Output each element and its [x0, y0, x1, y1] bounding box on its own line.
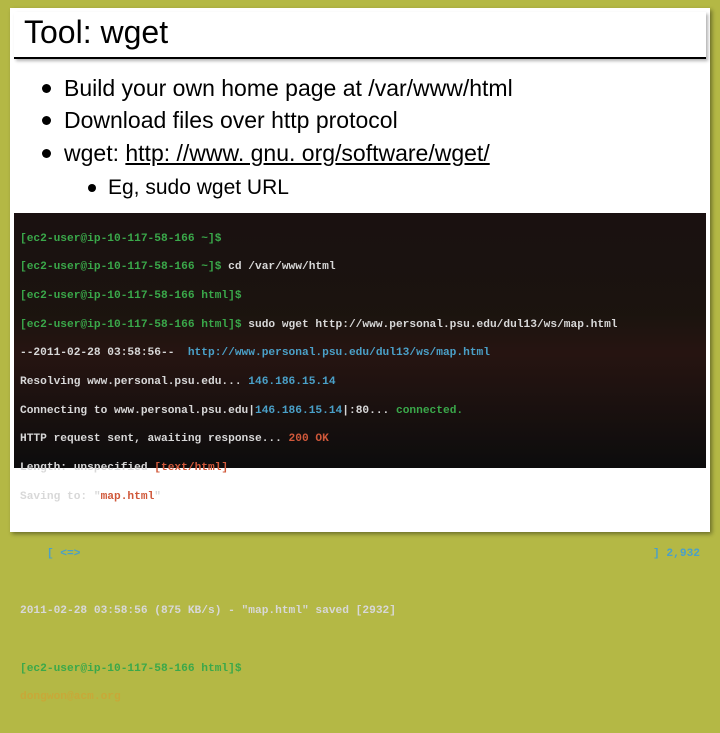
bullet-list: Build your own home page at /var/www/htm… [38, 73, 682, 201]
term-text: --2011-02-28 03:58:56-- [20, 347, 188, 359]
term-prompt: [ec2-user@ip-10-117-58-166 html]$ [20, 319, 248, 331]
term-progress: ] 2,932 [653, 547, 700, 561]
term-progress: [ <=> [20, 547, 80, 561]
content-area: Build your own home page at /var/www/htm… [10, 59, 710, 207]
term-text: |:80... [342, 405, 396, 417]
term-text: " [94, 491, 101, 503]
term-url: http://www.personal.psu.edu/dul13/ws/map… [188, 347, 490, 359]
term-ip: 146.186.15.14 [248, 376, 335, 388]
term-text: Connecting to www.personal.psu.edu| [20, 405, 255, 417]
term-text: " [154, 491, 161, 503]
term-status: 200 OK [289, 433, 329, 445]
slide: Tool: wget Build your own home page at /… [10, 8, 710, 532]
title-wrap: Tool: wget [14, 12, 706, 59]
term-text: 2011-02-28 03:58:56 (875 KB/s) - "map.ht… [20, 605, 396, 617]
bullet-item: wget: http: //www. gnu. org/software/wge… [38, 138, 682, 202]
sub-bullet-list: Eg, sudo wget URL [84, 174, 682, 201]
sub-bullet-item: Eg, sudo wget URL [84, 174, 682, 201]
term-text: HTTP request sent, awaiting response... [20, 433, 289, 445]
term-text: Length: unspecified [20, 462, 154, 474]
terminal-output: [ec2-user@ip-10-117-58-166 ~]$ [ec2-user… [14, 213, 706, 468]
wget-link[interactable]: http: //www. gnu. org/software/wget/ [125, 140, 489, 166]
term-file: map.html [101, 491, 155, 503]
term-cmd: sudo wget http://www.personal.psu.edu/du… [248, 319, 617, 331]
bullet-item: Download files over http protocol [38, 105, 682, 135]
term-prompt: [ec2-user@ip-10-117-58-166 ~]$ [20, 233, 221, 245]
slide-title: Tool: wget [14, 12, 706, 59]
term-status: connected. [396, 405, 463, 417]
term-prompt: [ec2-user@ip-10-117-58-166 ~]$ [20, 261, 228, 273]
term-text: Resolving www.personal.psu.edu... [20, 376, 248, 388]
term-ip: 146.186.15.14 [255, 405, 342, 417]
bullet-item: Build your own home page at /var/www/htm… [38, 73, 682, 103]
term-cmd: cd /var/www/html [228, 261, 335, 273]
term-footer: dongwon@acm.org [20, 691, 121, 703]
bullet-text: wget: [64, 140, 125, 166]
term-prompt: [ec2-user@ip-10-117-58-166 html]$ [20, 290, 242, 302]
term-text: [text/html] [154, 462, 228, 474]
term-text: Saving to: [20, 491, 94, 503]
term-prompt: [ec2-user@ip-10-117-58-166 html]$ [20, 663, 242, 675]
